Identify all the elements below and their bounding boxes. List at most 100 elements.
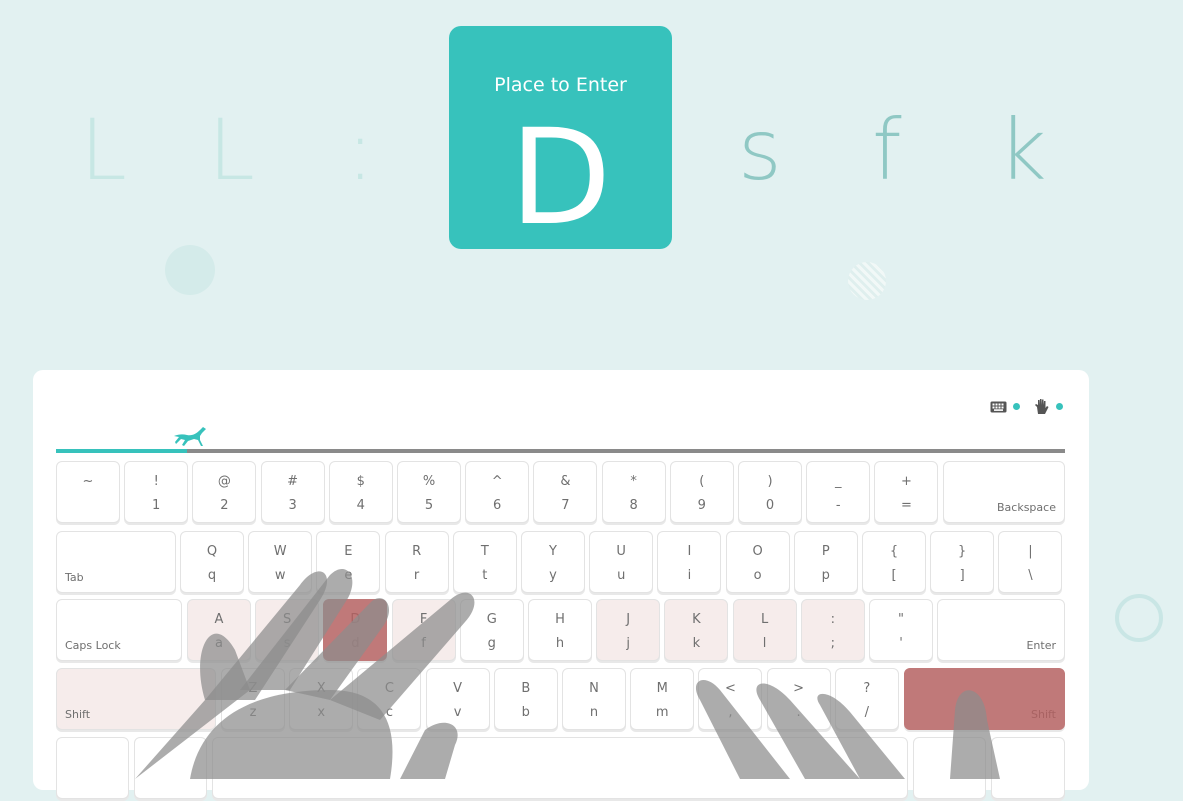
key-upper-label: W <box>273 544 287 559</box>
key-4[interactable]: $4 <box>328 461 393 523</box>
key-d[interactable]: Dd <box>323 599 388 661</box>
caps-lock-key-label: Caps Lock <box>65 639 121 652</box>
key-m[interactable]: Mm <box>630 668 695 730</box>
key-upper-label: P <box>821 544 830 559</box>
key-g[interactable]: Gg <box>459 599 524 661</box>
key-lower-label: d <box>351 636 360 651</box>
key-upper-label: { <box>889 544 899 559</box>
key-,[interactable]: <, <box>698 668 763 730</box>
tab-key[interactable]: Tab <box>56 531 176 593</box>
key-/[interactable]: ? / <box>834 668 899 730</box>
shift-right-key[interactable]: Shift <box>904 668 1065 730</box>
key-upper-label: @ <box>217 474 231 489</box>
key-upper-label: & <box>560 474 571 489</box>
key-.[interactable]: >. <box>766 668 831 730</box>
key-upper-label: R <box>412 544 422 559</box>
key-upper-label: D <box>350 612 361 627</box>
key-lower-label: u <box>617 568 626 583</box>
key-r[interactable]: Rr <box>384 531 449 593</box>
key-upper-label: H <box>555 612 565 627</box>
key-q[interactable]: Qq <box>180 531 244 593</box>
key-9[interactable]: (9 <box>669 461 734 523</box>
key-lower-label: e <box>344 568 353 583</box>
key-h[interactable]: Hh <box>528 599 592 661</box>
key-i[interactable]: Ii <box>657 531 722 593</box>
space-key[interactable] <box>212 737 908 799</box>
key-lower-label: w <box>274 568 286 583</box>
previous-char: : <box>346 101 375 199</box>
key-k[interactable]: Kk <box>664 599 729 661</box>
key-n[interactable]: Nn <box>562 668 626 730</box>
key-][interactable]: }] <box>930 531 995 593</box>
alt-right-key[interactable] <box>913 737 986 799</box>
key-upper-label: G <box>486 612 497 627</box>
key-3[interactable]: #3 <box>260 461 325 523</box>
key-l[interactable]: Ll <box>732 599 797 661</box>
decorative-ring <box>1115 594 1163 642</box>
key-z[interactable]: Zz <box>221 668 285 730</box>
key-lower-label: 6 <box>493 498 502 513</box>
key-a[interactable]: Aa <box>187 599 251 661</box>
key-lower-label: 0 <box>765 498 775 513</box>
key-[[interactable]: {[ <box>862 531 926 593</box>
ctrl-right-key[interactable] <box>991 737 1065 799</box>
ctrl-key[interactable] <box>56 737 129 799</box>
key-o[interactable]: Oo <box>725 531 790 593</box>
key-\[interactable]: | \ <box>998 531 1063 593</box>
backspace-key-label: Backspace <box>997 501 1056 514</box>
key-upper-label: A <box>214 612 224 627</box>
key-0[interactable]: ) 0 <box>738 461 802 523</box>
alt-key[interactable] <box>134 737 207 799</box>
key-e[interactable]: Ee <box>316 531 381 593</box>
caps-lock-key[interactable]: Caps Lock <box>56 599 182 661</box>
keyboard-panel: ~! 1 @2 #3 $4% 5 ^ 6 & 7 * 8(9) 0 _ - + = Backspace Tab Qq… <box>33 370 1089 799</box>
key-j[interactable]: Jj <box>596 599 661 661</box>
shift-right-key-label: Shift <box>1030 708 1056 721</box>
key-lower-label: - <box>835 498 841 513</box>
key-8[interactable]: * 8 <box>601 461 666 523</box>
key-w[interactable]: Ww <box>248 531 313 593</box>
key-upper-label: V <box>453 681 463 696</box>
key-b[interactable]: Bb <box>493 668 558 730</box>
enter-key[interactable]: Enter <box>937 599 1065 661</box>
hands-toggle-indicator <box>1056 403 1063 410</box>
key-f[interactable]: Ff <box>391 599 456 661</box>
key-1[interactable]: ! 1 <box>124 461 189 523</box>
key-lower-label: p <box>821 568 830 583</box>
key-upper-label: # <box>287 474 299 489</box>
key-t[interactable]: Tt <box>452 531 517 593</box>
progress-fill <box>56 449 188 453</box>
key-upper-label: X <box>316 681 326 696</box>
key-lower-label: s <box>283 636 291 651</box>
keyboard-toggle[interactable] <box>990 401 1020 413</box>
key--[interactable]: _ - <box>806 461 871 523</box>
key-u[interactable]: Uu <box>589 531 654 593</box>
key-;[interactable]: :; <box>800 599 865 661</box>
key-6[interactable]: ^ 6 <box>465 461 530 523</box>
key-lower-label: 7 <box>561 498 570 513</box>
key-x[interactable]: Xx <box>289 668 354 730</box>
backspace-key[interactable]: Backspace <box>942 461 1065 523</box>
key-y[interactable]: Yy <box>521 531 585 593</box>
key-upper-label: Q <box>206 544 218 559</box>
key-5[interactable]: % 5 <box>397 461 461 523</box>
key-p[interactable]: Pp <box>793 531 858 593</box>
key-c[interactable]: Cc <box>357 668 422 730</box>
key-lower-label: ] <box>959 568 965 583</box>
shift-left-key[interactable]: Shift <box>56 668 216 730</box>
key-lower-label: y <box>549 568 557 583</box>
key-v[interactable]: Vv <box>425 668 490 730</box>
key-upper-label: N <box>589 681 599 696</box>
key-upper-label: ~ <box>82 474 94 489</box>
key-'[interactable]: " ' <box>869 599 933 661</box>
key-=[interactable]: + = <box>874 461 939 523</box>
keyboard-toggle-indicator <box>1013 403 1020 410</box>
hands-toggle[interactable] <box>1034 398 1063 415</box>
key-s[interactable]: Ss <box>255 599 320 661</box>
key-tilde[interactable]: ~ <box>56 461 120 523</box>
key-7[interactable]: & 7 <box>533 461 598 523</box>
key-lower-label: c <box>385 705 393 720</box>
key-lower-label: 8 <box>629 498 638 513</box>
key-upper-label: T <box>480 544 489 559</box>
key-2[interactable]: @2 <box>192 461 257 523</box>
